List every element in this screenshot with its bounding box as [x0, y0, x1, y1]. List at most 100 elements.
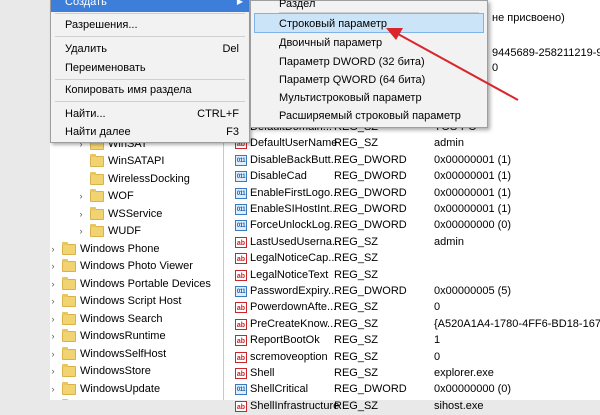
submenu-item-label: Параметр DWORD (32 бита) [279, 56, 425, 68]
menu-item-label: Разрешения... [65, 19, 138, 31]
value-data-partial: не присвоено) [492, 12, 565, 24]
tree-item-label: Windows Phone [80, 242, 160, 255]
tree-item-label: Windows Photo Viewer [80, 260, 193, 272]
string-value-icon: ab [235, 351, 247, 363]
submenu-item-string-value[interactable]: Строковый параметр [254, 13, 484, 33]
value-type: REG_SZ [334, 301, 379, 314]
menu-item-create[interactable]: Создать ▶ [51, 0, 249, 12]
value-data: 0x00000001 (1) [434, 203, 512, 215]
string-value-icon: ab [235, 269, 247, 281]
tree-item-label: Windows Portable Devices [80, 277, 211, 290]
tree-item[interactable]: › WindowsSelfHost [50, 346, 223, 363]
chevron-right-icon[interactable]: › [76, 223, 86, 240]
tree-item[interactable]: › Windows Portable Devices [50, 276, 223, 293]
value-type: REG_DWORD [334, 186, 407, 199]
folder-icon [90, 224, 104, 237]
tree-item[interactable]: › WindowsUpdate [50, 381, 223, 398]
submenu-item-binary-value[interactable]: Двоичный параметр [254, 33, 484, 53]
menu-item-permissions[interactable]: Разрешения... [51, 15, 249, 35]
dword-value-icon: 011 [235, 220, 247, 232]
tree-item-label: WirelessDocking [108, 172, 190, 185]
submenu-item-dword-value[interactable]: Параметр DWORD (32 бита) [254, 52, 484, 72]
tree-item[interactable]: › Windows Phone [50, 241, 223, 258]
chevron-right-icon[interactable]: › [76, 206, 86, 223]
tree-item[interactable]: › WSService [76, 206, 223, 223]
value-data: 0x00000005 (5) [434, 285, 512, 297]
value-type: REG_SZ [334, 137, 379, 150]
menu-item-find-next[interactable]: Найти далее F3 [51, 122, 249, 142]
menu-item-label: Найти... [65, 108, 106, 120]
value-row[interactable]: ab LegalNoticeText REG_SZ [224, 267, 600, 284]
tree-item[interactable]: › Windows Script Host [50, 293, 223, 310]
value-row[interactable]: 011 DisableCad REG_DWORD 0x00000001 (1) [224, 168, 600, 185]
chevron-right-icon[interactable]: › [50, 311, 58, 328]
tree-item-label: WindowsStore [80, 365, 151, 377]
value-row[interactable]: ab PreCreateKnow... REG_SZ {A520A1A4-1780-4… [224, 316, 600, 333]
value-type: REG_SZ [334, 350, 379, 363]
tree-item-label: WinSATAPI [108, 155, 165, 167]
menu-item-rename[interactable]: Переименовать [51, 58, 249, 78]
folder-icon [62, 276, 76, 290]
value-data: 1 [434, 334, 441, 347]
menu-separator [55, 13, 245, 14]
registry-tree[interactable]: ›Winlogon›WinSATWinSATAPIWirelessDocking… [50, 118, 224, 400]
value-row[interactable]: 011 EnableFirstLogo... REG_DWORD 0x00000001… [224, 185, 600, 202]
chevron-right-icon[interactable]: › [50, 276, 58, 293]
value-row[interactable]: ab DefaultUserName REG_SZ admin [224, 135, 600, 152]
value-type: REG_SZ [334, 334, 379, 347]
menu-item-delete[interactable]: Удалить Del [51, 39, 249, 59]
create-submenu[interactable]: Раздел Строковый параметр Двоичный парам… [250, 0, 488, 128]
value-type: REG_DWORD [334, 153, 407, 166]
folder-icon [62, 311, 76, 325]
tree-item[interactable]: › WindowsRuntime [50, 328, 223, 345]
submenu-item-multistring-value[interactable]: Мультистроковый параметр [254, 88, 484, 108]
chevron-right-icon[interactable]: › [50, 241, 58, 258]
tree-item-label: Windows Search [80, 312, 163, 325]
tree-item[interactable]: › WOF [76, 188, 223, 205]
tree-item[interactable]: › Windows Search [50, 311, 223, 328]
chevron-right-icon[interactable]: › [50, 363, 58, 380]
chevron-right-icon: ▶ [236, 0, 243, 6]
tree-item[interactable]: › WUDF [76, 223, 223, 240]
chevron-right-icon[interactable]: › [50, 381, 58, 398]
value-row[interactable]: ab ShellInfrastructure REG_SZ sihost.exe [224, 398, 600, 415]
submenu-item-qword-value[interactable]: Параметр QWORD (64 бита) [254, 70, 484, 90]
value-row[interactable]: ab Shell REG_SZ explorer.exe [224, 365, 600, 382]
dword-value-icon: 011 [235, 187, 247, 199]
value-type: REG_DWORD [334, 219, 407, 232]
tree-item[interactable]: WinSATAPI [76, 153, 223, 170]
value-row[interactable]: ab LastUsedUserna... REG_SZ admin [224, 234, 600, 251]
string-value-icon: ab [235, 253, 247, 265]
menu-item-label: Удалить [65, 43, 107, 55]
value-row[interactable]: ab LegalNoticeCap... REG_SZ [224, 250, 600, 267]
value-row[interactable]: 011 PasswordExpiry... REG_DWORD 0x00000005 … [224, 283, 600, 300]
value-row[interactable]: 011 ForceUnlockLog... REG_DWORD 0x00000000 … [224, 217, 600, 234]
menu-item-copy-key-name[interactable]: Копировать имя раздела [51, 80, 249, 100]
chevron-right-icon[interactable]: › [76, 188, 86, 205]
tree-item-label: WindowsUpdate [80, 382, 161, 395]
menu-item-find[interactable]: Найти... CTRL+F [51, 104, 249, 124]
string-value-icon: ab [235, 318, 247, 330]
value-row[interactable]: ab scremoveoption REG_SZ 0 [224, 349, 600, 366]
context-menu[interactable]: Создать ▶ Разрешения... Удалить Del Пере… [50, 0, 250, 143]
menu-item-shortcut: CTRL+F [197, 108, 239, 120]
value-row[interactable]: 011 DisableBackButt... REG_DWORD 0x00000001… [224, 152, 600, 169]
tree-item[interactable]: › Windows Photo Viewer [50, 258, 223, 275]
value-type: REG_DWORD [334, 285, 407, 297]
submenu-item-expandable-string-value[interactable]: Расширяемый строковый параметр [254, 106, 484, 126]
value-type: REG_SZ [334, 317, 379, 330]
folder-icon [62, 346, 76, 360]
value-data: 0x00000001 (1) [434, 186, 512, 199]
tree-item-label: WSService [108, 207, 163, 220]
chevron-right-icon[interactable]: › [50, 293, 58, 310]
chevron-right-icon[interactable]: › [50, 328, 58, 345]
value-row[interactable]: ab PowerdownAfte... REG_SZ 0 [224, 299, 600, 316]
tree-item[interactable]: WirelessDocking [76, 171, 223, 188]
chevron-right-icon[interactable]: › [50, 258, 58, 275]
value-row[interactable]: 011 ShellCritical REG_DWORD 0x00000000 (0) [224, 381, 600, 398]
chevron-right-icon[interactable]: › [50, 346, 58, 363]
value-row[interactable]: ab ReportBootOk REG_SZ 1 [224, 332, 600, 349]
tree-item[interactable]: › WindowsStore [50, 363, 223, 380]
folder-icon [62, 259, 76, 272]
value-row[interactable]: 011 EnableSIHostInt... REG_DWORD 0x00000001… [224, 201, 600, 218]
